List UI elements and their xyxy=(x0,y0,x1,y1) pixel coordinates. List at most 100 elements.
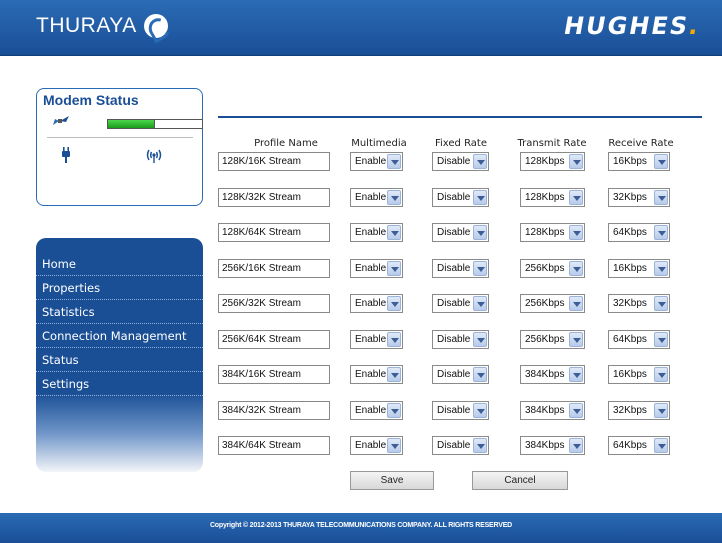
dropdown-arrow-icon[interactable] xyxy=(473,296,487,311)
dropdown-arrow-icon[interactable] xyxy=(569,261,583,276)
dropdown-arrow-icon[interactable] xyxy=(473,332,487,347)
receive-rate-select[interactable]: 32Kbps xyxy=(608,294,670,313)
dropdown-arrow-icon[interactable] xyxy=(473,367,487,382)
fixed-rate-select[interactable]: Disable xyxy=(432,401,489,420)
dropdown-arrow-icon[interactable] xyxy=(569,438,583,453)
transmit-rate-select[interactable]: 384Kbps xyxy=(520,436,585,455)
profile-name-input[interactable]: 128K/32K Stream xyxy=(218,188,330,207)
dropdown-arrow-icon[interactable] xyxy=(654,154,668,169)
transmit-rate-select[interactable]: 128Kbps xyxy=(520,152,585,171)
dropdown-arrow-icon[interactable] xyxy=(387,190,401,205)
multimedia-select[interactable]: Enable xyxy=(350,401,403,420)
profile-name-input[interactable]: 128K/64K Stream xyxy=(218,223,330,242)
dropdown-arrow-icon[interactable] xyxy=(473,438,487,453)
dropdown-arrow-icon[interactable] xyxy=(387,367,401,382)
select-value: Enable xyxy=(355,369,387,380)
fixed-rate-select[interactable]: Disable xyxy=(432,436,489,455)
transmit-rate-select[interactable]: 256Kbps xyxy=(520,294,585,313)
thuraya-logo-text: THURAYA xyxy=(36,14,137,37)
dropdown-arrow-icon[interactable] xyxy=(569,332,583,347)
receive-rate-select[interactable]: 16Kbps xyxy=(608,152,670,171)
dropdown-arrow-icon[interactable] xyxy=(654,438,668,453)
dropdown-arrow-icon[interactable] xyxy=(654,190,668,205)
fixed-rate-select[interactable]: Disable xyxy=(432,330,489,349)
nav-item-properties[interactable]: Properties xyxy=(36,276,203,300)
transmit-rate-select[interactable]: 128Kbps xyxy=(520,223,585,242)
transmit-rate-select[interactable]: 384Kbps xyxy=(520,401,585,420)
column-header-receive-rate: Receive Rate xyxy=(608,138,674,149)
profile-name-input[interactable]: 256K/32K Stream xyxy=(218,294,330,313)
receive-rate-select[interactable]: 32Kbps xyxy=(608,401,670,420)
dropdown-arrow-icon[interactable] xyxy=(473,154,487,169)
header-bar: THURAYA HUGHES. xyxy=(0,0,722,56)
dropdown-arrow-icon[interactable] xyxy=(569,367,583,382)
hughes-logo-text: HUGHES xyxy=(561,12,692,40)
multimedia-select[interactable]: Enable xyxy=(350,259,403,278)
multimedia-select[interactable]: Enable xyxy=(350,294,403,313)
fixed-rate-select[interactable]: Disable xyxy=(432,223,489,242)
dropdown-arrow-icon[interactable] xyxy=(654,225,668,240)
fixed-rate-select[interactable]: Disable xyxy=(432,294,489,313)
dropdown-arrow-icon[interactable] xyxy=(387,154,401,169)
dropdown-arrow-icon[interactable] xyxy=(654,261,668,276)
dropdown-arrow-icon[interactable] xyxy=(387,403,401,418)
receive-rate-select[interactable]: 16Kbps xyxy=(608,365,670,384)
dropdown-arrow-icon[interactable] xyxy=(387,438,401,453)
multimedia-select[interactable]: Enable xyxy=(350,223,403,242)
dropdown-arrow-icon[interactable] xyxy=(473,225,487,240)
nav-item-connection-management[interactable]: Connection Management xyxy=(36,324,203,348)
receive-rate-select[interactable]: 64Kbps xyxy=(608,330,670,349)
select-value: 384Kbps xyxy=(525,440,565,451)
multimedia-select[interactable]: Enable xyxy=(350,330,403,349)
dropdown-arrow-icon[interactable] xyxy=(569,190,583,205)
dropdown-arrow-icon[interactable] xyxy=(654,296,668,311)
profile-name-input[interactable]: 256K/16K Stream xyxy=(218,259,330,278)
dropdown-arrow-icon[interactable] xyxy=(569,403,583,418)
dropdown-arrow-icon[interactable] xyxy=(387,261,401,276)
nav-item-home[interactable]: Home xyxy=(36,252,203,276)
antenna-signal-icon xyxy=(146,149,162,163)
transmit-rate-select[interactable]: 128Kbps xyxy=(520,188,585,207)
multimedia-select[interactable]: Enable xyxy=(350,365,403,384)
nav-item-status[interactable]: Status xyxy=(36,348,203,372)
receive-rate-select[interactable]: 16Kbps xyxy=(608,259,670,278)
multimedia-select[interactable]: Enable xyxy=(350,436,403,455)
nav-item-settings[interactable]: Settings xyxy=(36,372,203,396)
multimedia-select[interactable]: Enable xyxy=(350,188,403,207)
transmit-rate-select[interactable]: 256Kbps xyxy=(520,330,585,349)
receive-rate-select[interactable]: 64Kbps xyxy=(608,223,670,242)
dropdown-arrow-icon[interactable] xyxy=(569,154,583,169)
cancel-button[interactable]: Cancel xyxy=(472,471,568,490)
fixed-rate-select[interactable]: Disable xyxy=(432,152,489,171)
sidebar-nav: Home Properties Statistics Connection Ma… xyxy=(36,238,203,472)
transmit-rate-select[interactable]: 256Kbps xyxy=(520,259,585,278)
multimedia-select[interactable]: Enable xyxy=(350,152,403,171)
dropdown-arrow-icon[interactable] xyxy=(473,190,487,205)
dropdown-arrow-icon[interactable] xyxy=(473,261,487,276)
profile-name-input[interactable]: 384K/64K Stream xyxy=(218,436,330,455)
select-value: 128Kbps xyxy=(525,156,565,167)
fixed-rate-select[interactable]: Disable xyxy=(432,259,489,278)
fixed-rate-select[interactable]: Disable xyxy=(432,188,489,207)
nav-item-statistics[interactable]: Statistics xyxy=(36,300,203,324)
receive-rate-select[interactable]: 64Kbps xyxy=(608,436,670,455)
save-button[interactable]: Save xyxy=(350,471,434,490)
receive-rate-select[interactable]: 32Kbps xyxy=(608,188,670,207)
dropdown-arrow-icon[interactable] xyxy=(654,332,668,347)
dropdown-arrow-icon[interactable] xyxy=(387,225,401,240)
dropdown-arrow-icon[interactable] xyxy=(569,225,583,240)
dropdown-arrow-icon[interactable] xyxy=(654,367,668,382)
profile-name-input[interactable]: 256K/64K Stream xyxy=(218,330,330,349)
dropdown-arrow-icon[interactable] xyxy=(654,403,668,418)
profile-name-input[interactable]: 384K/16K Stream xyxy=(218,365,330,384)
dropdown-arrow-icon[interactable] xyxy=(387,332,401,347)
transmit-rate-select[interactable]: 384Kbps xyxy=(520,365,585,384)
fixed-rate-select[interactable]: Disable xyxy=(432,365,489,384)
dropdown-arrow-icon[interactable] xyxy=(387,296,401,311)
profile-name-input[interactable]: 384K/32K Stream xyxy=(218,401,330,420)
dropdown-arrow-icon[interactable] xyxy=(569,296,583,311)
dropdown-arrow-icon[interactable] xyxy=(473,403,487,418)
profile-name-input[interactable]: 128K/16K Stream xyxy=(218,152,330,171)
select-value: 64Kbps xyxy=(613,334,647,345)
status-divider xyxy=(47,137,193,138)
